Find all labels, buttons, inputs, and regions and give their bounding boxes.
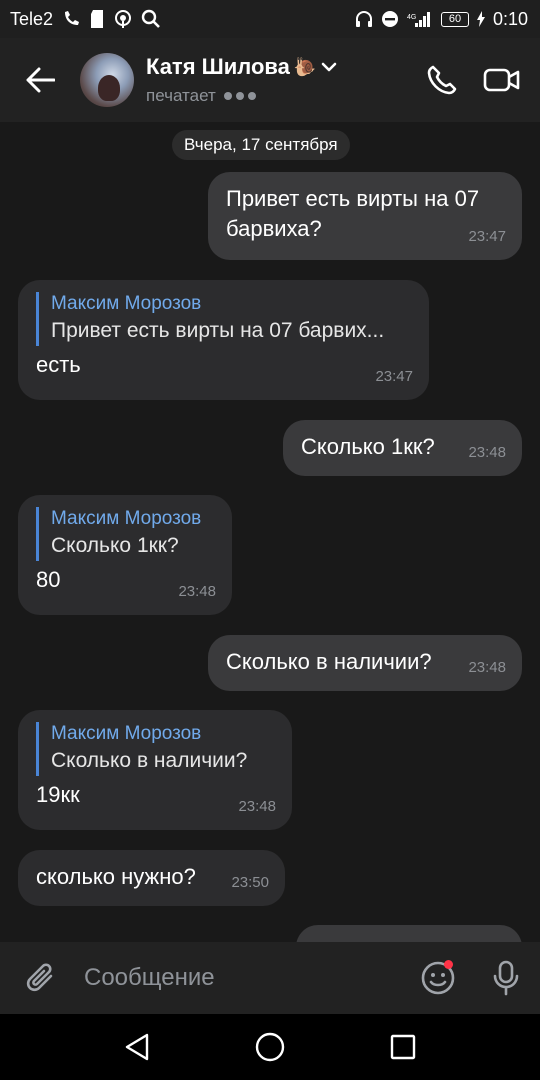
avatar[interactable] [80, 53, 134, 107]
composer: Сообщение [0, 942, 540, 1014]
message-time: 23:48 [238, 798, 276, 815]
call-button[interactable] [412, 38, 472, 122]
do-not-disturb-icon [381, 10, 399, 28]
reply-quote[interactable]: Максим Морозов Сколько 1кк? [36, 507, 214, 561]
message-text: Сколько в наличии? [226, 649, 432, 674]
message-time: 23:48 [178, 583, 216, 600]
clock: 0:10 [492, 8, 528, 29]
signal-icon: 4G [407, 10, 433, 28]
typing-dots-icon [223, 92, 256, 100]
date-separator: Вчера, 17 сентября [172, 130, 350, 160]
sd-card-icon [89, 9, 105, 29]
typing-status: печатает [146, 86, 216, 105]
attach-button[interactable] [0, 942, 84, 1014]
chevron-down-icon[interactable] [320, 61, 338, 73]
message-outgoing[interactable]: Привет есть вирты на 07 барвиха? 23:47 [208, 172, 522, 260]
message-incoming[interactable]: Максим Морозов Привет есть вирты на 07 б… [18, 280, 429, 400]
reply-text: Сколько в наличии? [51, 749, 248, 772]
message-time: 23:48 [468, 444, 506, 461]
system-nav-bar [0, 1014, 540, 1080]
message-text: Привет есть вирты на 07 барвиха? [226, 186, 480, 241]
nav-home-icon [255, 1032, 285, 1062]
message-outgoing[interactable]: Сколько 1кк? 23:48 [283, 420, 522, 476]
nav-back-icon [125, 1033, 148, 1061]
message-time: 23:47 [375, 368, 413, 385]
reply-quote[interactable]: Максим Морозов Сколько в наличии? [36, 722, 274, 776]
message-outgoing-partial[interactable] [296, 925, 522, 942]
search-icon [141, 9, 161, 29]
voice-message-button[interactable] [472, 942, 540, 1014]
message-text: Сколько 1кк? [301, 434, 435, 459]
wifi-calling-icon [61, 9, 81, 29]
notification-dot [444, 960, 453, 969]
hotspot-icon [113, 9, 133, 29]
charging-icon [476, 11, 485, 27]
message-time: 23:48 [468, 659, 506, 676]
message-incoming[interactable]: сколько нужно? 23:50 [18, 850, 285, 906]
nav-home-button[interactable] [240, 1014, 300, 1080]
carrier-label: Tele2 [10, 8, 54, 29]
message-input[interactable]: Сообщение [84, 964, 404, 992]
chat-header: Катя Шилова 🐌 печатает [0, 38, 540, 122]
video-call-button[interactable] [472, 38, 532, 122]
reply-quote[interactable]: Максим Морозов Привет есть вирты на 07 б… [36, 292, 411, 346]
message-time: 23:47 [468, 228, 506, 245]
svg-text:4G: 4G [407, 14, 416, 21]
message-outgoing[interactable]: Сколько в наличии? 23:48 [208, 635, 522, 691]
message-incoming[interactable]: Максим Морозов Сколько в наличии? 19кк 2… [18, 710, 292, 830]
nav-recents-button[interactable] [373, 1014, 433, 1080]
reply-author: Максим Морозов [51, 508, 202, 529]
message-text: есть [36, 352, 81, 377]
message-list[interactable]: Вчера, 17 сентября Привет есть вирты на … [0, 122, 540, 942]
name-emoji: 🐌 [293, 56, 317, 77]
message-time: 23:50 [231, 874, 269, 891]
reply-author: Максим Морозов [51, 723, 202, 744]
message-incoming[interactable]: Максим Морозов Сколько 1кк? 80 23:48 [18, 495, 232, 615]
back-button[interactable] [0, 38, 80, 122]
contact-info[interactable]: Катя Шилова 🐌 печатает [146, 54, 412, 106]
video-camera-icon [483, 68, 520, 92]
nav-back-button[interactable] [107, 1014, 167, 1080]
back-arrow-icon [26, 67, 55, 93]
paperclip-icon [26, 963, 53, 992]
reply-text: Привет есть вирты на 07 барвих... [51, 319, 385, 342]
message-text: сколько нужно? [36, 864, 196, 889]
reply-text: Сколько 1кк? [51, 534, 179, 557]
microphone-icon [493, 960, 519, 996]
phone-icon [427, 65, 457, 95]
nav-recents-icon [391, 1034, 416, 1060]
status-bar: Tele2 4G 60 0:10 [0, 0, 540, 38]
battery-indicator: 60 [440, 11, 469, 27]
emoji-button[interactable] [404, 942, 472, 1014]
headphones-icon [355, 10, 373, 28]
contact-name: Катя Шилова [146, 54, 290, 79]
reply-author: Максим Морозов [51, 293, 202, 314]
